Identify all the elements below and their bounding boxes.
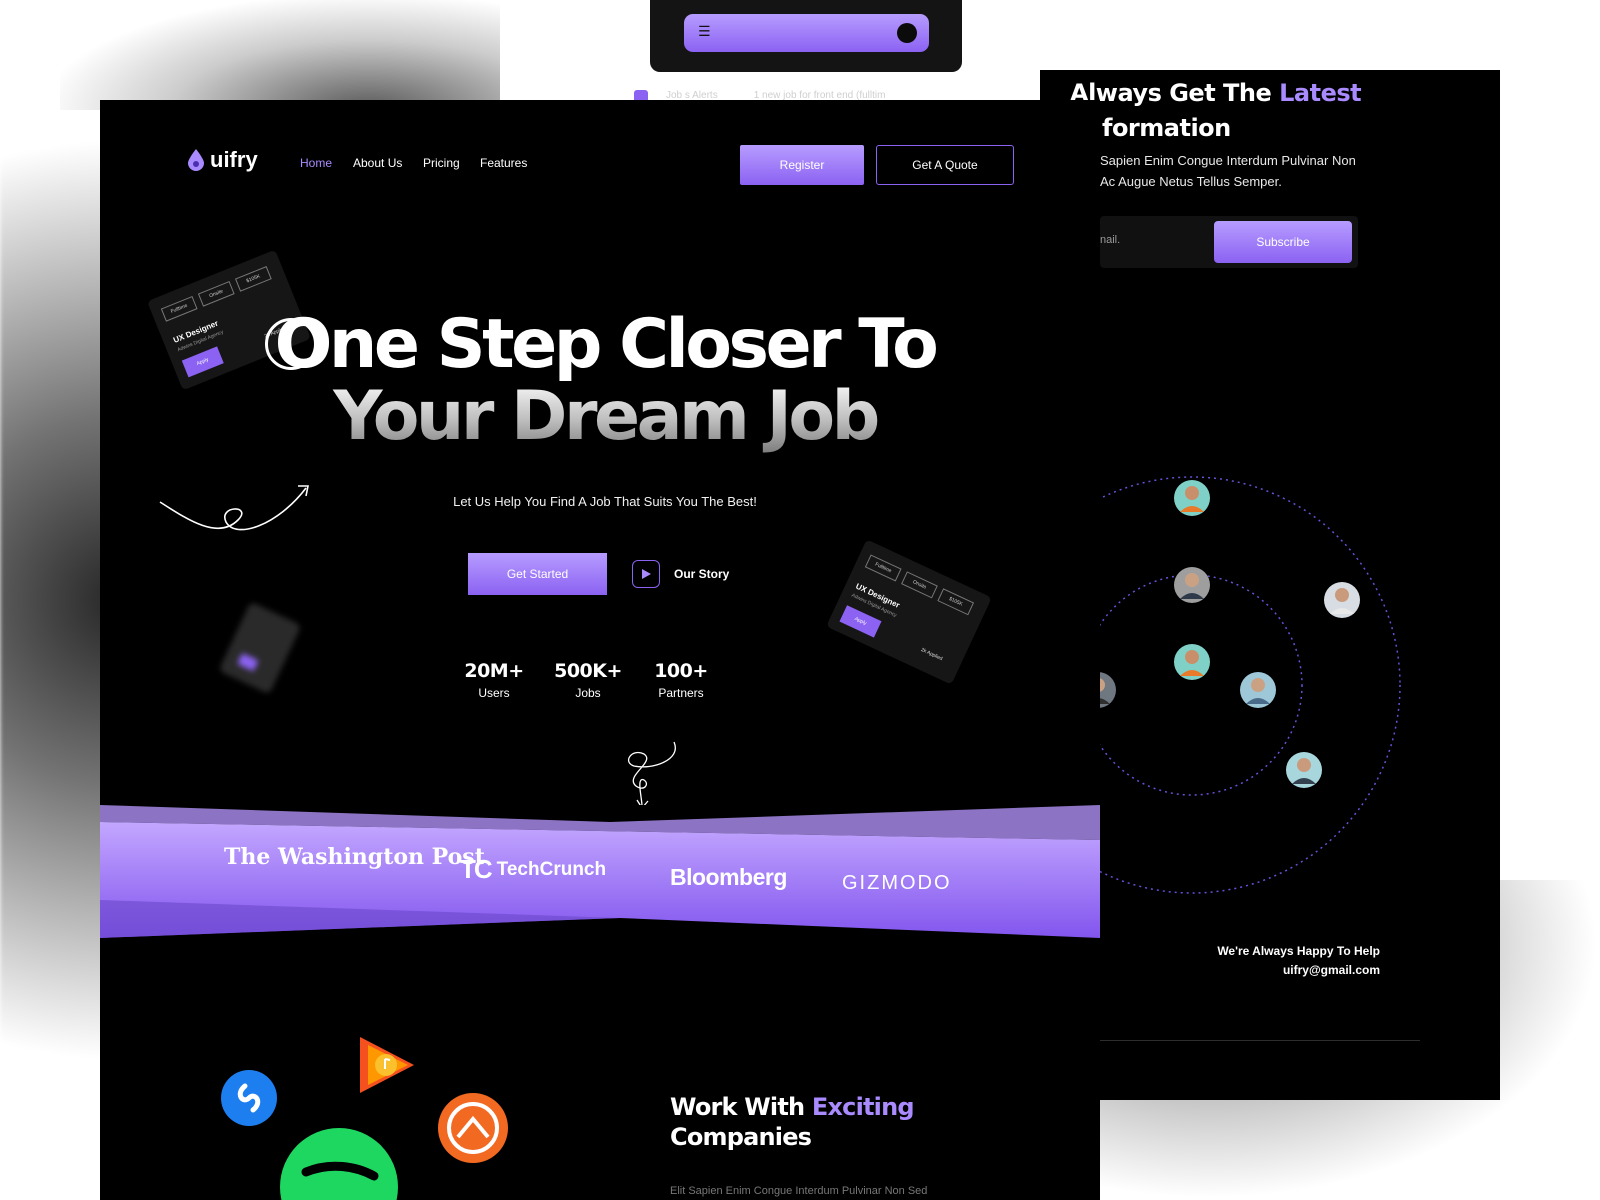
newsletter-text-line2: Ac Augue Netus Tellus Semper.: [1100, 174, 1282, 189]
secondary-page-preview: Always Get The Latest formation Sapien E…: [1040, 70, 1500, 1100]
hero-subtitle: Let Us Help You Find A Job That Suits Yo…: [453, 494, 757, 509]
newsletter-text: Sapien Enim Congue Interdum Pulvinar Non…: [1100, 150, 1400, 192]
subscribe-form: nail. Subscribe: [1100, 216, 1358, 268]
job-tag-type: Fulltime: [864, 554, 902, 582]
nav-link-home[interactable]: Home: [300, 156, 332, 170]
spotify-icon: [280, 1128, 398, 1200]
register-button[interactable]: Register: [740, 145, 864, 185]
job-card-right: Fulltime Onsite $105K UX Designer Adwins…: [826, 539, 992, 685]
job-tag-salary: $105K: [937, 588, 975, 616]
help-email-link[interactable]: uifry@gmail.com: [1217, 961, 1380, 980]
hero-title-line2: Your Dream Job: [100, 377, 1100, 456]
user-orbit-graphic: [1040, 476, 1401, 894]
background-grain-top: [60, 0, 500, 110]
curly-arrow-decoration: [159, 485, 309, 531]
grooveshark-icon: [438, 1093, 508, 1163]
nav-link-features[interactable]: Features: [480, 156, 527, 170]
avatar-orbit-6: [1240, 672, 1276, 708]
avatar-icon[interactable]: [897, 23, 917, 43]
logo-text: uifry: [210, 147, 258, 172]
companies-text: Elit Sapien Enim Congue Interdum Pulvina…: [670, 1185, 928, 1197]
job-tag-location: Onsite: [901, 571, 938, 599]
stat-partners: 100+ Partners: [648, 660, 714, 700]
navbar: uifry Home About Us Pricing Features Reg…: [100, 100, 1100, 220]
mobile-preview-top: ☰: [650, 0, 962, 72]
newsletter-title-accent: Latest: [1279, 79, 1362, 107]
stat-jobs: 500K+ Jobs: [550, 660, 626, 700]
companies-title: Work With Exciting Companies: [670, 1092, 915, 1152]
contact-info: We're Always Happy To Help uifry@gmail.c…: [1217, 942, 1380, 980]
our-story-label: Our Story: [674, 567, 730, 581]
stat-partners-value: 100+: [654, 660, 708, 682]
mobile-nav-bar: ☰: [684, 14, 929, 52]
stat-users: 20M+ Users: [462, 660, 526, 700]
help-text: We're Always Happy To Help: [1217, 944, 1380, 958]
footer-divider: [1100, 1040, 1420, 1041]
newsletter-title-prefix: Always Get The: [1070, 79, 1280, 107]
newsletter-title: Always Get The Latest formation: [1070, 76, 1362, 146]
hamburger-menu-icon[interactable]: ☰: [698, 23, 711, 40]
shazam-icon: [221, 1070, 277, 1126]
drop-logo-icon: [188, 149, 204, 171]
techcrunch-logo-icon: TC: [460, 854, 493, 884]
companies-title-line2: Companies: [670, 1123, 812, 1151]
hero-title-line1: One Step Closer To: [274, 305, 939, 384]
stat-users-label: Users: [478, 686, 510, 700]
stat-jobs-label: Jobs: [575, 686, 601, 700]
newsletter-title-line2: formation: [1102, 114, 1231, 142]
get-started-button[interactable]: Get Started: [468, 553, 607, 595]
avatar-orbit-1: [1174, 480, 1210, 516]
job-apply-button[interactable]: Apply: [839, 605, 882, 638]
nav-link-about-us[interactable]: About Us: [353, 156, 402, 170]
newsletter-text-line1: Sapien Enim Congue Interdum Pulvinar Non: [1100, 153, 1356, 168]
play-icon: [632, 560, 660, 588]
job-tag-salary: $105K: [234, 266, 272, 292]
avatar-orbit-7: [1286, 752, 1322, 788]
logo[interactable]: uifry: [188, 147, 258, 173]
avatar-orbit-2: [1174, 567, 1210, 603]
stat-jobs-value: 500K+: [554, 660, 622, 682]
email-input[interactable]: nail.: [1100, 234, 1120, 246]
brand-gizmodo: GIZMODO: [842, 872, 952, 894]
our-story-button[interactable]: Our Story: [632, 559, 729, 589]
companies-title-prefix: Work With: [670, 1093, 812, 1121]
avatar-orbit-3: [1174, 644, 1210, 680]
blurred-card-decoration: [218, 601, 302, 695]
job-tag-location: Onsite: [197, 281, 235, 307]
subscribe-button[interactable]: Subscribe: [1214, 221, 1352, 263]
brand-washington-post: The Washington Post: [224, 844, 485, 870]
main-page-preview: uifry Home About Us Pricing Features Reg…: [100, 100, 1100, 1200]
job-applied-count: 2k Applied: [919, 646, 944, 663]
stat-users-value: 20M+: [464, 660, 524, 682]
brand-techcrunch: TC TechCrunch: [460, 854, 606, 885]
get-a-quote-button[interactable]: Get A Quote: [876, 145, 1014, 185]
brand-bloomberg: Bloomberg: [670, 864, 787, 890]
nav-link-pricing[interactable]: Pricing: [423, 156, 460, 170]
stat-partners-label: Partners: [658, 686, 704, 700]
brand-techcrunch-label: TechCrunch: [496, 858, 607, 880]
google-play-music-icon: [360, 1037, 414, 1093]
avatar-orbit-4: [1324, 582, 1360, 618]
companies-title-accent: Exciting: [811, 1093, 915, 1121]
